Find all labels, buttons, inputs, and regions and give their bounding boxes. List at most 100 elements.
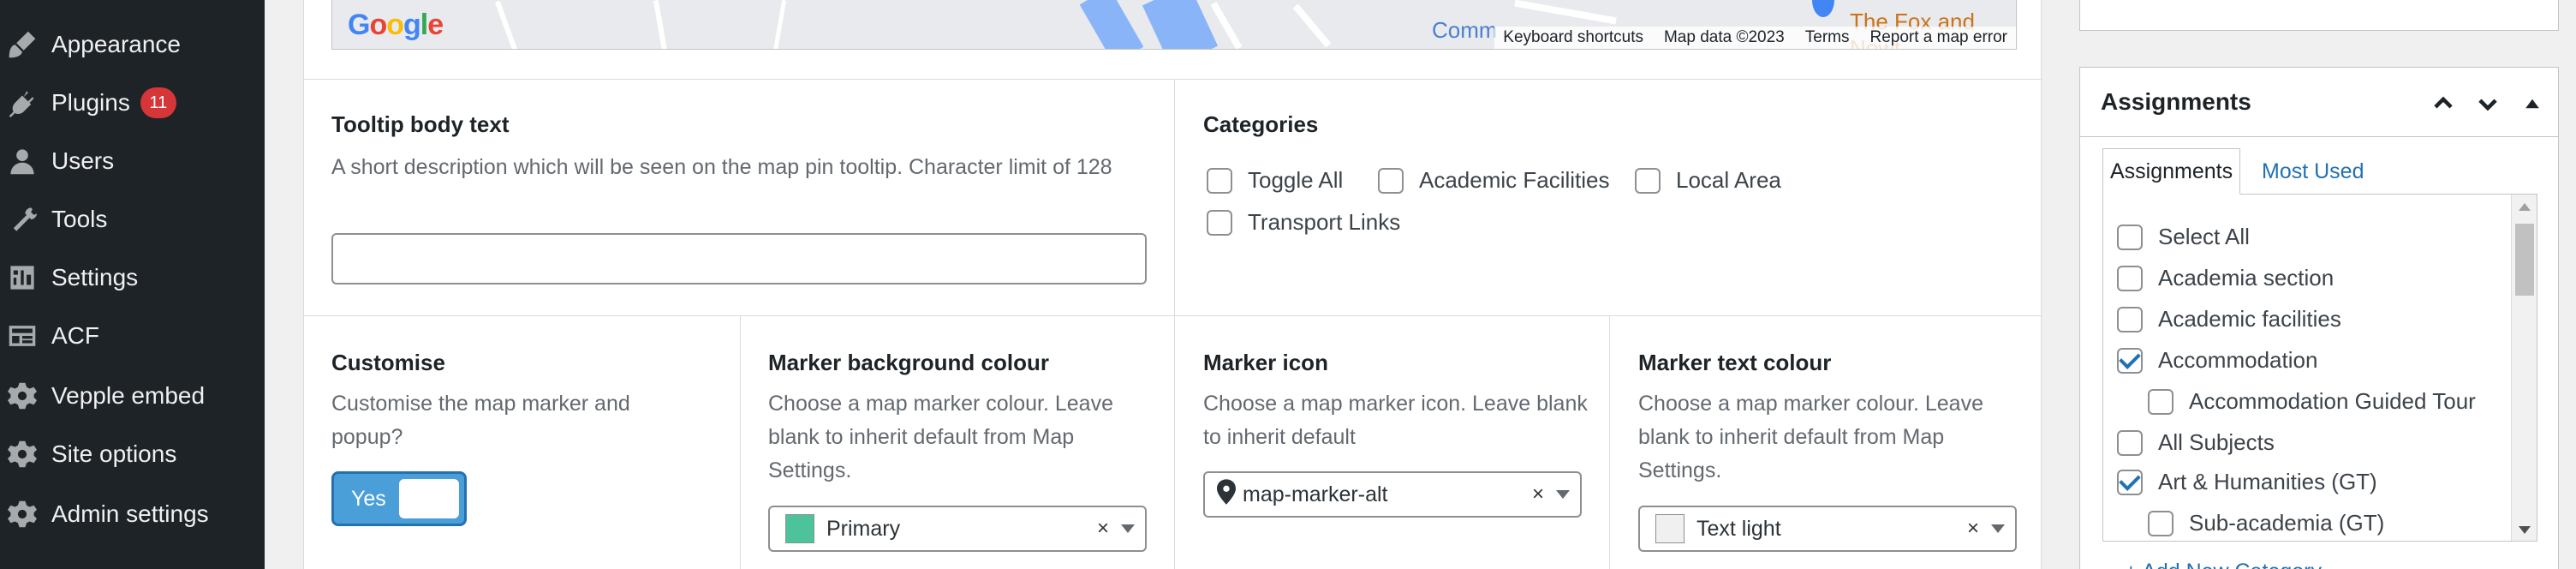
toggle-knob	[399, 479, 459, 518]
sidebar-item-vepple-embed[interactable]: Vepple embed	[0, 370, 265, 422]
customise-description: Customise the map marker and popup?	[331, 392, 630, 449]
clear-icon[interactable]: ×	[1097, 517, 1109, 541]
checkbox-label: Toggle All	[1248, 167, 1344, 193]
move-up-button[interactable]	[2426, 87, 2460, 121]
list-item[interactable]: Accommodation Guided Tour	[2148, 388, 2476, 415]
divider	[304, 315, 2042, 316]
sidebar-item-settings[interactable]: Settings	[0, 252, 265, 303]
marker-text-label: Marker text colour	[1638, 350, 1832, 375]
map-road	[653, 0, 668, 49]
checkbox[interactable]	[2117, 429, 2143, 456]
admin-sidebar: Appearance Plugins 11 Users Tools Settin…	[0, 0, 265, 569]
metabox-title: Assignments	[2101, 88, 2251, 115]
category-checkbox[interactable]: Local Area	[1635, 167, 1781, 194]
report-map-error-link[interactable]: Report a map error	[1869, 28, 2007, 47]
checkbox[interactable]	[2117, 306, 2143, 332]
sidebar-item-plugins[interactable]: Plugins 11	[0, 77, 265, 129]
map-road	[1514, 0, 1617, 25]
sidebar-item-users[interactable]: Users	[0, 135, 265, 187]
chevron-down-icon	[2478, 99, 2497, 111]
chevron-down-icon[interactable]	[1121, 524, 1135, 533]
divider	[2080, 136, 2558, 137]
sidebar-item-label: ACF	[51, 322, 99, 349]
marker-icon-select[interactable]: map-marker-alt ×	[1203, 471, 1582, 518]
chevron-down-icon[interactable]	[1991, 524, 2005, 533]
categories-label: Categories	[1203, 111, 1319, 137]
checkbox[interactable]	[1207, 209, 1232, 236]
assignments-list: Select All Academia section Academic fac…	[2102, 194, 2537, 542]
gear-icon	[7, 499, 38, 530]
category-checkbox[interactable]: Toggle All	[1207, 167, 1343, 194]
list-item[interactable]: Art & Humanities (GT)	[2117, 469, 2377, 495]
checkbox[interactable]	[2117, 265, 2143, 291]
clear-icon[interactable]: ×	[1967, 517, 1979, 541]
checkbox[interactable]	[1378, 167, 1404, 194]
checkbox[interactable]	[2148, 510, 2174, 536]
chevron-down-icon[interactable]	[1556, 490, 1570, 499]
keyboard-shortcuts-link[interactable]: Keyboard shortcuts	[1503, 28, 1643, 47]
category-checkbox[interactable]: Transport Links	[1207, 209, 1400, 236]
wrench-icon	[7, 204, 38, 235]
divider	[304, 79, 2042, 80]
plugin-icon	[7, 87, 38, 118]
marker-icon-description: Choose a map marker icon. Leave blank to…	[1203, 392, 1588, 449]
toggle-panel-button[interactable]	[2515, 87, 2549, 121]
tab-most-used[interactable]: Most Used	[2255, 148, 2370, 195]
sidebar-item-label: Vepple embed	[51, 382, 206, 409]
checkbox[interactable]	[2117, 224, 2143, 250]
map-road	[1292, 3, 1332, 48]
list-item[interactable]: All Subjects	[2117, 429, 2275, 456]
acf-icon	[7, 320, 38, 351]
marker-text-description: Choose a map marker colour. Leave blank …	[1638, 392, 1983, 482]
sidebar-item-label: Settings	[51, 264, 139, 290]
sidebar-item-appearance[interactable]: Appearance	[0, 19, 265, 70]
select-value: Primary	[826, 516, 901, 541]
category-checkbox[interactable]: Academic Facilities	[1378, 167, 1610, 194]
add-new-category-link[interactable]: + Add New Category	[2125, 560, 2322, 569]
checkbox-label: Academic Facilities	[1419, 167, 1610, 193]
checkbox[interactable]	[2117, 347, 2143, 374]
checkbox[interactable]	[2117, 469, 2143, 495]
tab-assignments[interactable]: Assignments	[2102, 148, 2241, 195]
assignments-metabox: Assignments Assignments Most Used Select…	[2079, 67, 2559, 569]
checkbox-label: Art & Humanities (GT)	[2158, 469, 2377, 494]
scroll-up-arrow-icon[interactable]	[2519, 203, 2531, 211]
sidebar-item-admin-settings[interactable]: Admin settings	[0, 488, 265, 540]
tooltip-body-input[interactable]	[331, 233, 1147, 284]
list-item[interactable]: Select All	[2117, 224, 2250, 250]
list-item[interactable]: Academia section	[2117, 265, 2334, 291]
checkbox-label: Academia section	[2158, 265, 2334, 290]
marker-bg-select[interactable]: Primary ×	[768, 506, 1147, 552]
scroll-down-arrow-icon[interactable]	[2519, 526, 2531, 534]
checkbox-label: Accommodation	[2158, 347, 2318, 373]
terms-link[interactable]: Terms	[1805, 28, 1850, 47]
map-river	[1142, 0, 1219, 49]
checkbox[interactable]	[1635, 167, 1661, 194]
customise-toggle[interactable]: Yes	[331, 471, 467, 526]
gear-icon	[7, 380, 38, 411]
sidebar-item-site-options[interactable]: Site options	[0, 428, 265, 480]
sidebar-item-label: Plugins	[51, 89, 130, 116]
scroll-thumb[interactable]	[2515, 224, 2534, 296]
sidebar-metabox	[2079, 0, 2559, 31]
toggle-label: Yes	[351, 486, 386, 511]
checkbox[interactable]	[1207, 167, 1232, 194]
checkbox[interactable]	[2148, 388, 2174, 415]
clear-icon[interactable]: ×	[1532, 482, 1544, 506]
tooltip-body-description: A short description which will be seen o…	[331, 155, 1112, 179]
list-item[interactable]: Accommodation	[2117, 347, 2317, 374]
update-count-badge: 11	[140, 87, 176, 118]
acf-fields-panel: Google Comm The Fox and Nowt Keyboard sh…	[303, 0, 2042, 569]
map-pin-icon[interactable]	[1812, 0, 1834, 17]
list-item[interactable]: Academic facilities	[2117, 306, 2341, 332]
select-value: map-marker-alt	[1243, 482, 1388, 506]
sidebar-item-label: Tools	[51, 206, 108, 232]
list-item[interactable]: Sub-academia (GT)	[2148, 510, 2384, 536]
marker-text-select[interactable]: Text light ×	[1638, 506, 2017, 552]
map-preview[interactable]: Google Comm The Fox and Nowt Keyboard sh…	[331, 0, 2017, 50]
sidebar-item-acf[interactable]: ACF	[0, 310, 265, 362]
chevron-up-icon	[2434, 96, 2453, 109]
sidebar-item-tools[interactable]: Tools	[0, 194, 265, 245]
scrollbar[interactable]	[2511, 195, 2537, 541]
move-down-button[interactable]	[2471, 87, 2505, 121]
